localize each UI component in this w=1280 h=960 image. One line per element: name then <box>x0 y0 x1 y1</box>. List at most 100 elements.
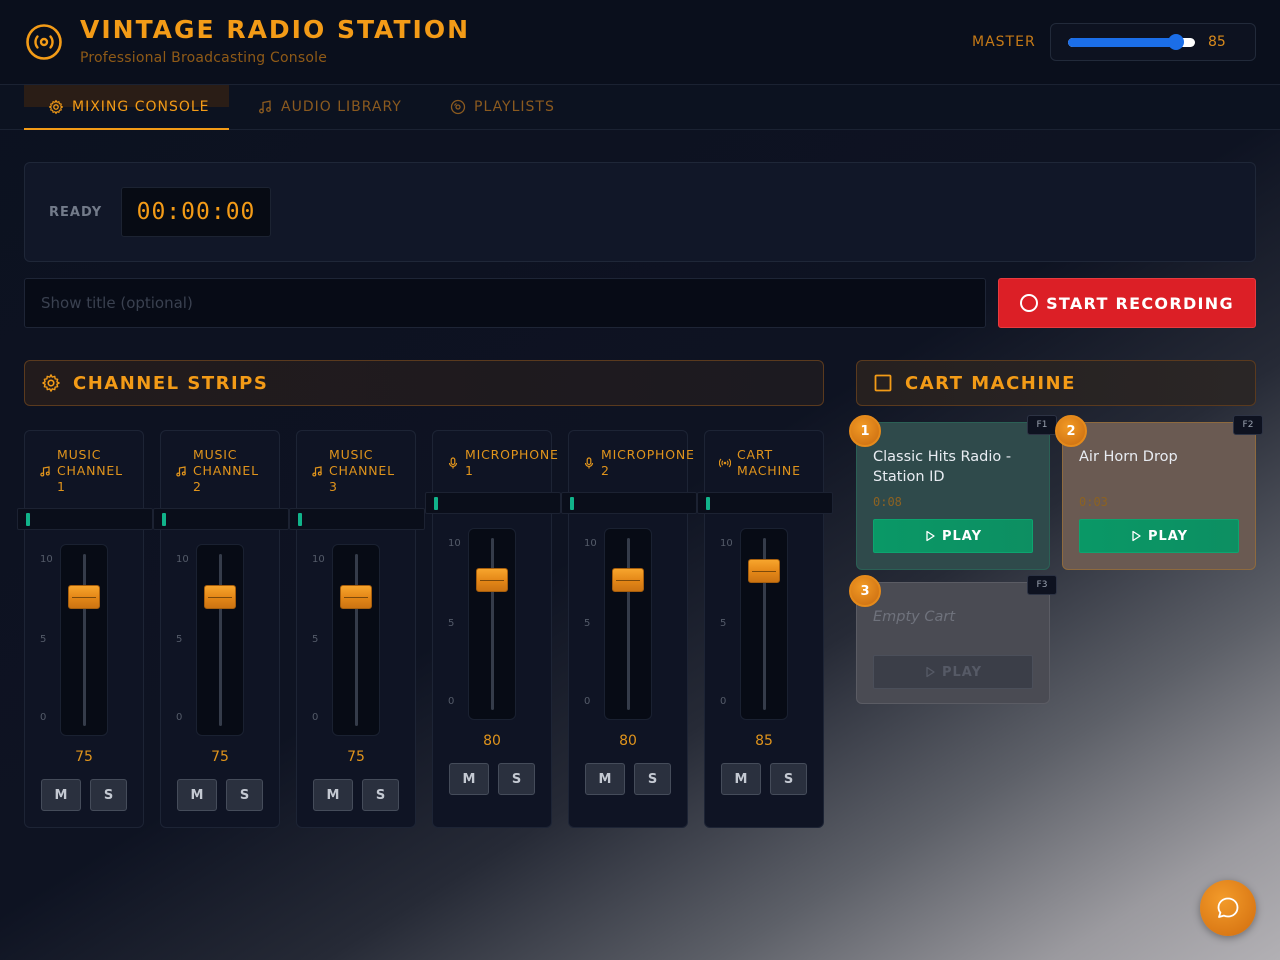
channel-fader[interactable] <box>196 544 244 736</box>
channel-name-line: CART <box>737 447 773 462</box>
channel-name-line: 1 <box>57 479 66 494</box>
cart-title: Empty Cart <box>873 609 956 625</box>
play-label: PLAY <box>941 664 983 680</box>
start-recording-label: START RECORDING <box>1046 293 1234 313</box>
mute-button[interactable]: M <box>449 763 489 795</box>
channel-strips-header: CHANNEL STRIPS <box>24 360 824 406</box>
fader-scale-mid: 5 <box>312 634 319 645</box>
cart-play-button[interactable]: PLAY <box>1079 519 1239 553</box>
channel-name-line: 2 <box>601 463 610 478</box>
channel-strip: MUSIC CHANNEL 3 10 5 0 75 M S <box>289 430 425 828</box>
mute-button[interactable]: M <box>313 779 353 811</box>
channel-name-line: 3 <box>329 479 338 494</box>
fader-scale-min: 0 <box>176 712 183 723</box>
master-volume-value: 85 <box>1208 34 1226 50</box>
channel-fader[interactable] <box>332 544 380 736</box>
channel-strip: MICROPHONE 1 10 5 0 80 M S <box>425 430 561 828</box>
mute-button[interactable]: M <box>585 763 625 795</box>
channel-value: 75 <box>347 749 365 765</box>
level-meter-bar <box>26 513 30 526</box>
tab-audio-library[interactable]: AUDIO LIBRARY <box>257 85 402 129</box>
cart-hotkey-badge: F3 <box>1027 575 1057 595</box>
fader-scale-min: 0 <box>720 696 727 707</box>
channel-name: MICROPHONE 1 <box>447 447 558 479</box>
solo-button[interactable]: S <box>226 779 263 811</box>
fader-scale-min: 0 <box>584 696 591 707</box>
microphone-icon <box>448 457 458 469</box>
cart-slot-1[interactable]: 1 F1 Classic Hits Radio - Station ID 0:0… <box>849 415 1057 570</box>
start-recording-button[interactable]: START RECORDING <box>998 278 1256 328</box>
fader-track <box>355 554 358 726</box>
fader-scale-max: 10 <box>176 554 189 565</box>
channel-name: MUSIC CHANNEL 2 <box>175 447 279 495</box>
channel-name-text: MUSIC CHANNEL 1 <box>57 447 123 495</box>
level-meter <box>289 508 425 530</box>
fader-thumb[interactable] <box>68 584 100 609</box>
fader-thumb[interactable] <box>748 559 780 584</box>
channel-name-text: MUSIC CHANNEL 3 <box>329 447 395 495</box>
cart-title: Air Horn Drop <box>1079 449 1178 465</box>
master-volume-control: 85 <box>1050 23 1256 61</box>
channel-name-line: CHANNEL <box>193 463 259 478</box>
broadcast-icon <box>719 458 731 468</box>
fader-track <box>219 554 222 726</box>
channel-name: MUSIC CHANNEL 3 <box>311 447 415 495</box>
channel-name-line: MUSIC <box>329 447 374 462</box>
fader-thumb[interactable] <box>476 567 508 592</box>
cart-play-button[interactable]: PLAY <box>873 655 1033 689</box>
chat-button[interactable] <box>1200 880 1256 936</box>
channel-name-line: CHANNEL <box>57 463 123 478</box>
play-icon <box>926 530 935 542</box>
play-icon <box>1132 530 1141 542</box>
channel-name: CART MACHINE <box>719 447 823 479</box>
channel-fader[interactable] <box>468 528 516 720</box>
channel-strip: MUSIC CHANNEL 2 10 5 0 75 M S <box>153 430 289 828</box>
channel-name-line: MICROPHONE <box>601 447 695 462</box>
channel-name-text: MUSIC CHANNEL 2 <box>193 447 259 495</box>
mute-button[interactable]: M <box>177 779 217 811</box>
fader-track <box>83 554 86 726</box>
show-title-input[interactable] <box>24 278 986 328</box>
tab-playlists[interactable]: PLAYLISTS <box>450 85 555 129</box>
mute-button[interactable]: M <box>41 779 81 811</box>
master-volume-fill <box>1068 38 1176 47</box>
solo-button[interactable]: S <box>634 763 671 795</box>
chat-bubble-icon <box>1217 897 1239 918</box>
channel-fader[interactable] <box>740 528 788 720</box>
fader-scale-mid: 5 <box>40 634 47 645</box>
solo-button[interactable]: S <box>90 779 127 811</box>
level-meter-bar <box>162 513 166 526</box>
mute-button[interactable]: M <box>721 763 761 795</box>
disc-icon <box>450 99 466 115</box>
tab-mixing-console[interactable]: MIXING CONSOLE <box>24 85 229 130</box>
solo-button[interactable]: S <box>498 763 535 795</box>
channel-fader[interactable] <box>60 544 108 736</box>
music-note-icon <box>259 100 271 114</box>
cart-duration: 0:08 <box>873 495 902 509</box>
app-subtitle: Professional Broadcasting Console <box>80 50 328 66</box>
channel-name-text: MICROPHONE 1 <box>465 447 559 479</box>
fader-track <box>627 538 630 710</box>
tab-label: AUDIO LIBRARY <box>281 99 402 115</box>
tab-label: MIXING CONSOLE <box>72 99 210 115</box>
cart-play-button[interactable]: PLAY <box>873 519 1033 553</box>
solo-button[interactable]: S <box>362 779 399 811</box>
square-icon <box>874 374 892 392</box>
level-meter-bar <box>298 513 302 526</box>
status-label: READY <box>49 205 103 220</box>
channel-value: 80 <box>619 733 637 749</box>
cart-slot-2[interactable]: 2 F2 Air Horn Drop 0:03 PLAY <box>1055 415 1263 570</box>
channel-fader[interactable] <box>604 528 652 720</box>
channel-name-line: MACHINE <box>737 463 801 478</box>
fader-thumb[interactable] <box>204 584 236 609</box>
fader-scale-max: 10 <box>40 554 53 565</box>
channel-name-text: CART MACHINE <box>737 447 801 479</box>
music-note-icon <box>176 466 186 477</box>
app-header: VINTAGE RADIO STATION Professional Broad… <box>0 0 1280 85</box>
solo-button[interactable]: S <box>770 763 807 795</box>
fader-thumb[interactable] <box>612 567 644 592</box>
cart-slot-3[interactable]: 3 F3 Empty Cart PLAY <box>849 575 1057 704</box>
channel-name-line: MUSIC <box>193 447 238 462</box>
master-volume-thumb[interactable] <box>1167 34 1184 50</box>
fader-thumb[interactable] <box>340 584 372 609</box>
